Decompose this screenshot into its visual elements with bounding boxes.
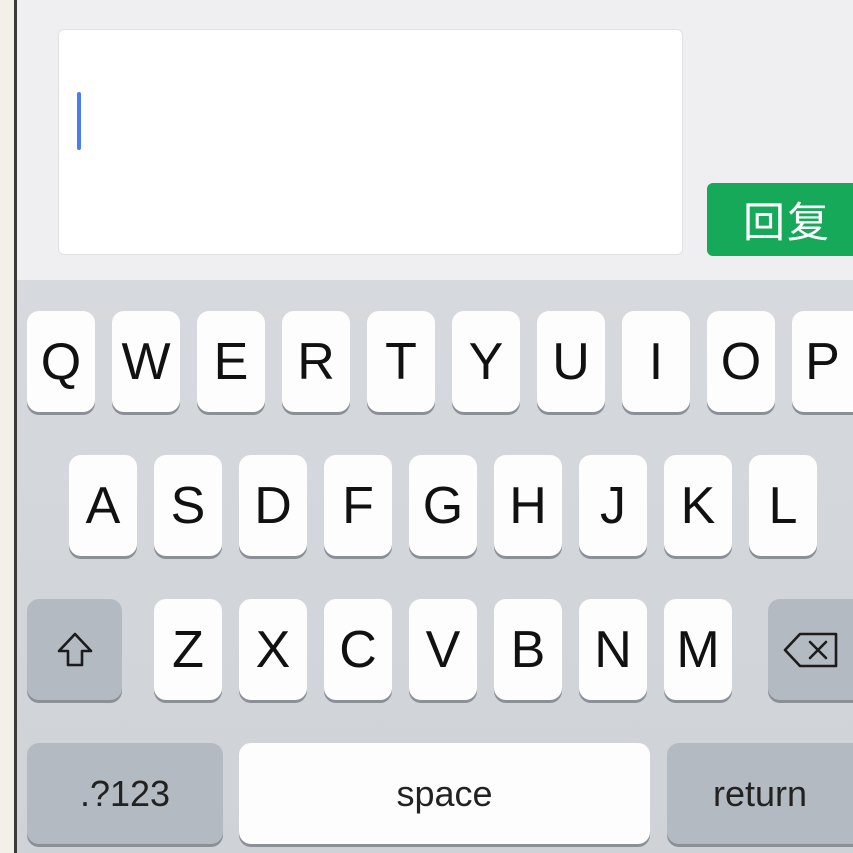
key-b[interactable]: B	[494, 599, 562, 700]
return-key[interactable]: return	[667, 743, 853, 844]
key-x[interactable]: X	[239, 599, 307, 700]
key-d[interactable]: D	[239, 455, 307, 556]
key-t[interactable]: T	[367, 311, 435, 412]
key-f[interactable]: F	[324, 455, 392, 556]
key-v[interactable]: V	[409, 599, 477, 700]
backspace-icon	[782, 631, 840, 669]
key-a[interactable]: A	[69, 455, 137, 556]
delete-key[interactable]	[768, 599, 853, 700]
key-e[interactable]: E	[197, 311, 265, 412]
reply-composer: 回复	[17, 0, 853, 280]
key-p[interactable]: P	[792, 311, 853, 412]
key-g[interactable]: G	[409, 455, 477, 556]
key-l[interactable]: L	[749, 455, 817, 556]
key-y[interactable]: Y	[452, 311, 520, 412]
key-i[interactable]: I	[622, 311, 690, 412]
key-c[interactable]: C	[324, 599, 392, 700]
reply-button[interactable]: 回复	[707, 183, 853, 256]
key-k[interactable]: K	[664, 455, 732, 556]
key-m[interactable]: M	[664, 599, 732, 700]
key-n[interactable]: N	[579, 599, 647, 700]
reply-text-input[interactable]	[58, 29, 683, 255]
key-z[interactable]: Z	[154, 599, 222, 700]
on-screen-keyboard: Q W E R T Y U I O P A S D F G H J K L Z …	[17, 280, 853, 853]
key-j[interactable]: J	[579, 455, 647, 556]
key-w[interactable]: W	[112, 311, 180, 412]
text-caret	[77, 92, 81, 150]
key-q[interactable]: Q	[27, 311, 95, 412]
key-h[interactable]: H	[494, 455, 562, 556]
key-o[interactable]: O	[707, 311, 775, 412]
key-r[interactable]: R	[282, 311, 350, 412]
shift-key[interactable]	[27, 599, 122, 700]
shift-arrow-icon	[55, 630, 95, 670]
key-u[interactable]: U	[537, 311, 605, 412]
space-key[interactable]: space	[239, 743, 650, 844]
key-s[interactable]: S	[154, 455, 222, 556]
numbers-key[interactable]: .?123	[27, 743, 223, 844]
